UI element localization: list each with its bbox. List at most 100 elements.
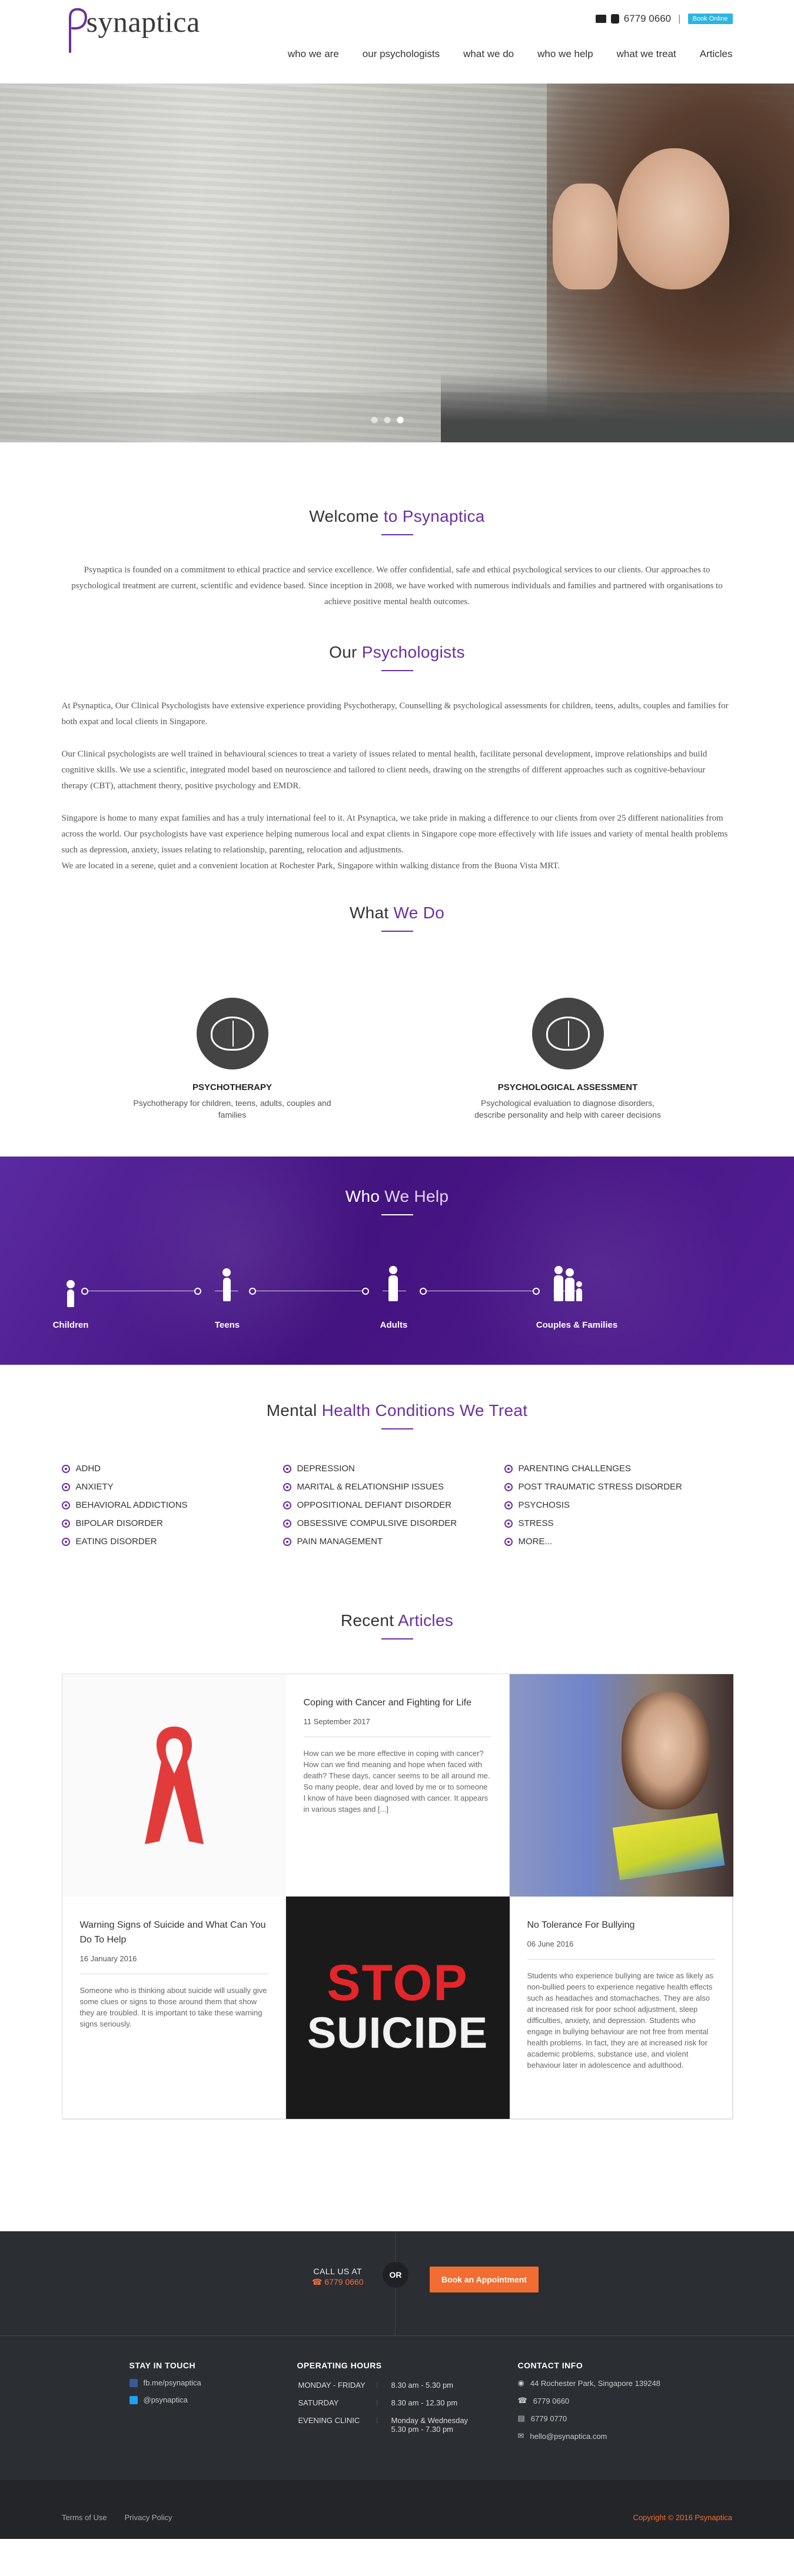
psychologists-paragraph-1: At Psynaptica, Our Clinical Psychologist… <box>61 701 729 727</box>
stay-in-touch-title: STAY IN TOUCH <box>129 2361 196 2370</box>
slider-dot[interactable] <box>371 416 378 424</box>
article-card[interactable]: Coping with Cancer and Fighting for Life… <box>285 1674 510 1897</box>
condition-item[interactable]: ANXIETY <box>61 1482 283 1492</box>
slider-dot-active[interactable] <box>397 416 404 424</box>
condition-item[interactable]: PSYCHOSIS <box>504 1500 726 1510</box>
condition-label: POST TRAUMATIC STRESS DISORDER <box>518 1482 682 1492</box>
top-contact-bar: 6779 0660 | Book Online <box>595 13 733 25</box>
condition-item[interactable]: POST TRAUMATIC STRESS DISORDER <box>504 1482 726 1492</box>
bullet-icon <box>283 1482 291 1491</box>
article-card[interactable]: No Tolerance For Bullying 06 June 2016 S… <box>509 1897 733 2119</box>
article-image-ribbon[interactable] <box>62 1674 286 1897</box>
facebook-link[interactable]: fb.me/psynaptica <box>129 2378 201 2387</box>
who-we-help-title-a: Who <box>345 1187 380 1205</box>
site-footer: CALL US AT ☎ 6779 0660 OR Book an Appoin… <box>0 2231 794 2539</box>
nav-what-we-do[interactable]: what we do <box>463 48 514 60</box>
nav-our-psychologists[interactable]: our psychologists <box>363 48 440 60</box>
condition-label: BEHAVIORAL ADDICTIONS <box>75 1500 188 1510</box>
contact-info-column: CONTACT INFO ◉ 44 Rochester Park, Singapo… <box>518 2361 661 2441</box>
twitter-link[interactable]: @psynaptica <box>129 2395 201 2404</box>
condition-item[interactable]: PAIN MANAGEMENT <box>283 1537 504 1547</box>
bullet-icon <box>61 1519 70 1528</box>
contact-info-title: CONTACT INFO <box>517 2361 583 2370</box>
book-online-button[interactable]: Book Online <box>687 14 733 24</box>
condition-item[interactable]: DEPRESSION <box>283 1464 504 1474</box>
welcome-title: Welcome to Psynaptica <box>62 507 733 526</box>
condition-label: PSYCHOSIS <box>518 1500 570 1510</box>
operating-hours-title: OPERATING HOURS <box>297 2361 382 2370</box>
service-assessment[interactable]: PSYCHOLOGICAL ASSESSMENT Psychological e… <box>468 998 668 1121</box>
article-title[interactable]: No Tolerance For Bullying <box>527 1918 715 1932</box>
fax: ▤ 6779 0770 <box>517 2414 567 2423</box>
article-title[interactable]: Warning Signs of Suicide and What Can Yo… <box>80 1918 268 1947</box>
hero-hand <box>553 184 617 289</box>
timeline-node <box>194 1288 201 1295</box>
psychologists-title-a: Our <box>329 643 357 661</box>
group-teens[interactable]: Teens <box>180 1320 274 1330</box>
footer-columns: STAY IN TOUCH fb.me/psynaptica @psynapti… <box>62 2336 733 2480</box>
service-description: Psychotherapy for children, teens, adult… <box>133 1098 331 1119</box>
condition-label: PAIN MANAGEMENT <box>297 1537 383 1547</box>
location-icon: ◉ <box>517 2378 524 2387</box>
title-underline <box>381 1214 413 1215</box>
article-title[interactable]: Coping with Cancer and Fighting for Life <box>304 1695 491 1710</box>
condition-item[interactable]: ADHD <box>61 1464 283 1474</box>
slider-dot[interactable] <box>384 416 391 424</box>
group-adults[interactable]: Adults <box>347 1320 441 1330</box>
condition-item[interactable]: STRESS <box>504 1518 726 1528</box>
condition-item[interactable]: BIPOLAR DISORDER <box>61 1518 283 1528</box>
nav-who-we-are[interactable]: who we are <box>288 48 339 60</box>
group-couples-families[interactable]: Couples & Families <box>530 1320 624 1330</box>
phone-link[interactable]: ☎ 6779 0660 <box>518 2396 661 2405</box>
email-link[interactable]: ✉ hello@psynaptica.com <box>518 2431 661 2441</box>
email-icon[interactable] <box>595 15 606 23</box>
book-appointment-button[interactable]: Book an Appointment <box>430 2267 539 2292</box>
article-image-student[interactable] <box>509 1674 733 1897</box>
header-phone[interactable]: 6779 0660 <box>624 13 671 25</box>
phone-icon <box>610 14 619 24</box>
hero-slider <box>0 84 794 442</box>
psychologists-paragraph-4: We are located in a serene, quiet and a … <box>61 861 560 871</box>
footer-bottom-bar: Terms of Use Privacy Policy Copyright © … <box>0 2480 794 2539</box>
condition-item[interactable]: PARENTING CHALLENGES <box>504 1464 726 1474</box>
timeline-node <box>81 1288 88 1295</box>
logo[interactable]: synaptica <box>62 5 200 53</box>
separator: | <box>678 13 681 24</box>
site-header: synaptica 6779 0660 | Book Online who we… <box>62 0 733 84</box>
terms-link[interactable]: Terms of Use <box>62 2513 107 2522</box>
condition-item[interactable]: EATING DISORDER <box>61 1537 283 1547</box>
bullet-icon <box>504 1464 513 1473</box>
facebook-icon <box>129 2378 138 2387</box>
call-us-label: CALL US AT <box>313 2267 363 2276</box>
article-image-stop-suicide[interactable]: STOP SUICIDE <box>285 1897 510 2119</box>
condition-item[interactable]: BEHAVIORAL ADDICTIONS <box>61 1500 283 1510</box>
call-us-number[interactable]: ☎ 6779 0660 <box>312 2277 364 2287</box>
article-excerpt: How can we be more effective in coping w… <box>303 1749 490 1814</box>
article-card[interactable]: Warning Signs of Suicide and What Can Yo… <box>62 1897 286 2119</box>
condition-label: BIPOLAR DISORDER <box>75 1518 163 1528</box>
email-icon: ✉ <box>517 2431 524 2440</box>
condition-item[interactable]: MARITAL & RELATIONSHIP ISSUES <box>283 1482 504 1492</box>
condition-item[interactable]: OPPOSITIONAL DEFIANT DISORDER <box>283 1500 504 1510</box>
group-children[interactable]: Children <box>24 1320 118 1330</box>
what-we-do-title-a: What <box>349 904 389 922</box>
bullet-icon <box>61 1464 70 1473</box>
nav-what-we-treat[interactable]: what we treat <box>617 48 676 60</box>
title-underline <box>381 1428 413 1429</box>
or-badge: OR <box>383 2262 408 2288</box>
psychologists-title: Our Psychologists <box>62 643 733 662</box>
logo-text: synaptica <box>86 5 200 38</box>
condition-item[interactable]: OBSESSIVE COMPULSIVE DISORDER <box>283 1518 504 1528</box>
service-psychotherapy[interactable]: PSYCHOTHERAPY Psychotherapy for children… <box>132 998 333 1121</box>
articles-section: Recent Articles Coping with Cancer and F… <box>61 1611 733 2120</box>
bullet-icon <box>283 1501 291 1509</box>
condition-more[interactable]: MORE... <box>504 1537 726 1547</box>
operating-hours-column: OPERATING HOURS MONDAY - FRIDAY ⁝ 8.30 am … <box>297 2361 470 2438</box>
who-we-help-title: Who We Help <box>0 1157 794 1206</box>
condition-label: STRESS <box>518 1518 554 1528</box>
copyright: Copyright © 2016 Psynaptica <box>633 2513 732 2522</box>
privacy-link[interactable]: Privacy Policy <box>125 2513 172 2522</box>
teen-icon <box>218 1255 235 1301</box>
nav-who-we-help[interactable]: who we help <box>537 48 593 60</box>
nav-articles[interactable]: Articles <box>700 48 733 60</box>
